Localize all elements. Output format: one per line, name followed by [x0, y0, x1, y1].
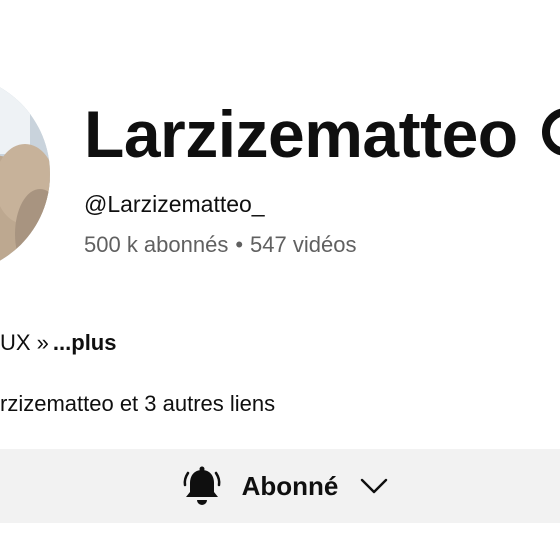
video-count: 547 vidéos	[250, 232, 357, 257]
bell-icon	[183, 466, 221, 505]
subscribe-label: Abonné	[241, 471, 339, 501]
channel-handle: @Larzizematteo_	[84, 191, 265, 217]
channel-links[interactable]: rzizematteo et 3 autres liens	[0, 390, 275, 418]
channel-stats: 500 k abonnés • 547 vidéos	[84, 231, 356, 259]
description-text: UX »	[0, 330, 49, 355]
description-more-link[interactable]: ...plus	[53, 330, 117, 355]
subscriber-count: 500 k abonnés	[84, 232, 229, 257]
channel-name: Larzizematteo	[84, 97, 518, 171]
verified-icon	[542, 108, 560, 156]
channel-avatar[interactable]	[0, 74, 50, 274]
avatar-photo	[0, 74, 50, 274]
subscribe-button[interactable]: Abonné	[0, 449, 560, 523]
chevron-down-icon	[361, 478, 388, 494]
channel-header: Larzizematteo @Larzizematteo_ 500 k abon…	[0, 0, 560, 560]
stats-separator: •	[235, 232, 244, 257]
channel-description[interactable]: UX » ...plus	[0, 329, 116, 357]
